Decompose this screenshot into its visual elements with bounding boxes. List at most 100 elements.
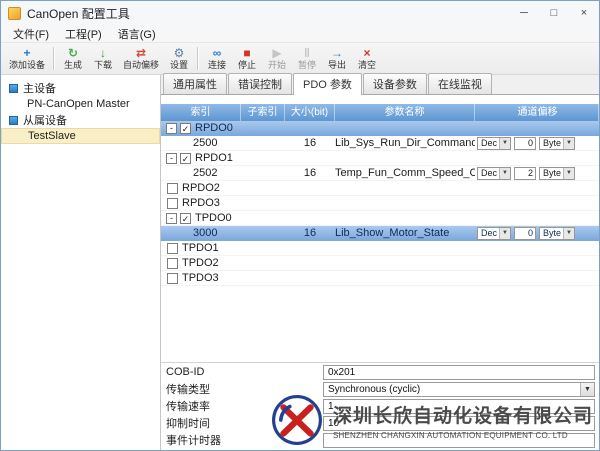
auto-offset-label: 自动偏移	[123, 60, 159, 71]
table-row-param-2500[interactable]: 2500 16 Lib_Sys_Run_Dir_Command Dec▼ 0 B…	[161, 136, 599, 151]
format-select[interactable]: Dec▼	[477, 167, 511, 180]
pdo-checkbox[interactable]	[167, 273, 178, 284]
content-panel: 通用属性 错误控制 PDO 参数 设备参数 在线监视 索引 子索引 大小(bit…	[161, 75, 599, 450]
tree-item-slave-root[interactable]: 从属设备	[1, 112, 160, 128]
transmission-type-value: Synchronous (cyclic)	[328, 384, 420, 395]
tab-online-monitor[interactable]: 在线监视	[428, 73, 492, 94]
unit-select[interactable]: Byte▼	[539, 167, 575, 180]
download-icon: ↓	[100, 47, 106, 60]
auto-offset-button[interactable]: ⇄ 自动偏移	[118, 44, 164, 73]
table-row-rpdo3[interactable]: RPDO3	[161, 196, 599, 211]
clear-icon: ×	[364, 47, 371, 60]
play-icon: ▶	[272, 47, 281, 60]
unit-value: Byte	[540, 228, 563, 239]
format-value: Dec	[478, 138, 499, 149]
table-row-rpdo1[interactable]: - ✓ RPDO1	[161, 151, 599, 166]
tree-item-master-root[interactable]: 主设备	[1, 80, 160, 96]
param-index: 3000	[161, 227, 217, 239]
pdo-properties-form: COB-ID 0x201 传输类型 Synchronous (cyclic)▼ …	[161, 362, 599, 450]
export-label: 导出	[328, 60, 346, 71]
inhibit-time-input[interactable]: 10	[323, 416, 595, 431]
cob-id-input[interactable]: 0x201	[323, 365, 595, 380]
format-select[interactable]: Dec▼	[477, 137, 511, 150]
form-row: COB-ID 0x201	[161, 364, 599, 380]
menu-language[interactable]: 语言(G)	[110, 25, 164, 43]
table-row-param-3000[interactable]: 3000 16 Lib_Show_Motor_State Dec▼ 0 Byte…	[161, 226, 599, 241]
clear-button[interactable]: × 清空	[352, 44, 382, 73]
menubar: 文件(F) 工程(P) 语言(G)	[1, 25, 599, 43]
close-button[interactable]: ×	[569, 1, 599, 25]
pdo-checkbox[interactable]	[167, 183, 178, 194]
pause-button[interactable]: ‖ 暂停	[292, 44, 322, 73]
tree-item-label: 主设备	[23, 80, 56, 96]
connect-button[interactable]: ∞ 连接	[202, 44, 232, 73]
table-header: 索引 子索引 大小(bit) 参数名称 通道偏移	[161, 104, 599, 121]
header-size: 大小(bit)	[285, 104, 335, 121]
tab-general[interactable]: 通用属性	[163, 73, 227, 94]
pdo-checkbox[interactable]: ✓	[180, 153, 191, 164]
tab-device-params[interactable]: 设备参数	[363, 73, 427, 94]
stop-button[interactable]: ■ 停止	[232, 44, 262, 73]
param-name: Lib_Show_Motor_State	[335, 227, 475, 239]
collapse-icon[interactable]: -	[166, 123, 177, 134]
form-row: 事件计时器	[161, 432, 599, 448]
pdo-group-label: RPDO3	[182, 197, 220, 209]
clear-label: 清空	[358, 60, 376, 71]
unit-select[interactable]: Byte▼	[539, 227, 575, 240]
device-tree: 主设备 PN-CanOpen Master 从属设备 TestSlave	[1, 75, 161, 450]
cob-id-value: 0x201	[328, 367, 355, 378]
format-value: Dec	[478, 168, 499, 179]
param-index: 2502	[161, 167, 217, 179]
offset-input[interactable]: 0	[514, 137, 536, 150]
download-button[interactable]: ↓ 下载	[88, 44, 118, 73]
tab-error-control[interactable]: 错误控制	[228, 73, 292, 94]
table-row-tpdo2[interactable]: TPDO2	[161, 256, 599, 271]
transmission-type-select[interactable]: Synchronous (cyclic)▼	[323, 382, 595, 397]
param-name: Lib_Sys_Run_Dir_Command	[335, 137, 475, 149]
generate-button[interactable]: ↻ 生成	[58, 44, 88, 73]
table-row-rpdo0[interactable]: - ✓ RPDO0	[161, 121, 599, 136]
pdo-checkbox[interactable]	[167, 243, 178, 254]
cob-id-label: COB-ID	[161, 366, 323, 378]
tab-pdo-params[interactable]: PDO 参数	[293, 73, 362, 95]
export-button[interactable]: → 导出	[322, 44, 352, 73]
pdo-checkbox[interactable]: ✓	[180, 123, 191, 134]
generate-label: 生成	[64, 60, 82, 71]
collapse-icon[interactable]: -	[166, 153, 177, 164]
format-select[interactable]: Dec▼	[477, 227, 511, 240]
pdo-group-label: TPDO3	[182, 272, 219, 284]
unit-select[interactable]: Byte▼	[539, 137, 575, 150]
menu-file[interactable]: 文件(F)	[5, 25, 57, 43]
pdo-checkbox[interactable]: ✓	[180, 213, 191, 224]
device-node-icon	[9, 116, 18, 125]
header-offset: 通道偏移	[475, 104, 599, 121]
pdo-checkbox[interactable]	[167, 258, 178, 269]
param-size: 16	[285, 227, 335, 239]
table-row-param-2502[interactable]: 2502 16 Temp_Fun_Comm_Speed_Comm Dec▼ 2 …	[161, 166, 599, 181]
export-icon: →	[331, 47, 343, 60]
offset-input[interactable]: 2	[514, 167, 536, 180]
minimize-button[interactable]: ─	[509, 1, 539, 25]
settings-button[interactable]: ⚙ 设置	[164, 44, 194, 73]
transmission-rate-input[interactable]: 1	[323, 399, 595, 414]
link-icon: ∞	[213, 47, 222, 60]
tree-item-pn-canopen-master[interactable]: PN-CanOpen Master	[1, 96, 160, 112]
collapse-icon[interactable]: -	[166, 213, 177, 224]
table-row-tpdo1[interactable]: TPDO1	[161, 241, 599, 256]
offset-input[interactable]: 0	[514, 227, 536, 240]
form-row: 抑制时间 10	[161, 415, 599, 431]
pdo-checkbox[interactable]	[167, 198, 178, 209]
add-device-button[interactable]: + 添加设备	[4, 44, 50, 73]
event-timer-input[interactable]	[323, 433, 595, 448]
tree-item-label: 从属设备	[23, 112, 67, 128]
plus-icon: +	[24, 47, 31, 60]
menu-project[interactable]: 工程(P)	[57, 25, 110, 43]
table-row-tpdo3[interactable]: TPDO3	[161, 271, 599, 286]
event-timer-label: 事件计时器	[161, 432, 323, 448]
start-button[interactable]: ▶ 开始	[262, 44, 292, 73]
table-row-rpdo2[interactable]: RPDO2	[161, 181, 599, 196]
table-row-tpdo0[interactable]: - ✓ TPDO0	[161, 211, 599, 226]
tree-item-testslave[interactable]: TestSlave	[1, 128, 160, 144]
maximize-button[interactable]: □	[539, 1, 569, 25]
chevron-down-icon: ▼	[499, 138, 510, 149]
